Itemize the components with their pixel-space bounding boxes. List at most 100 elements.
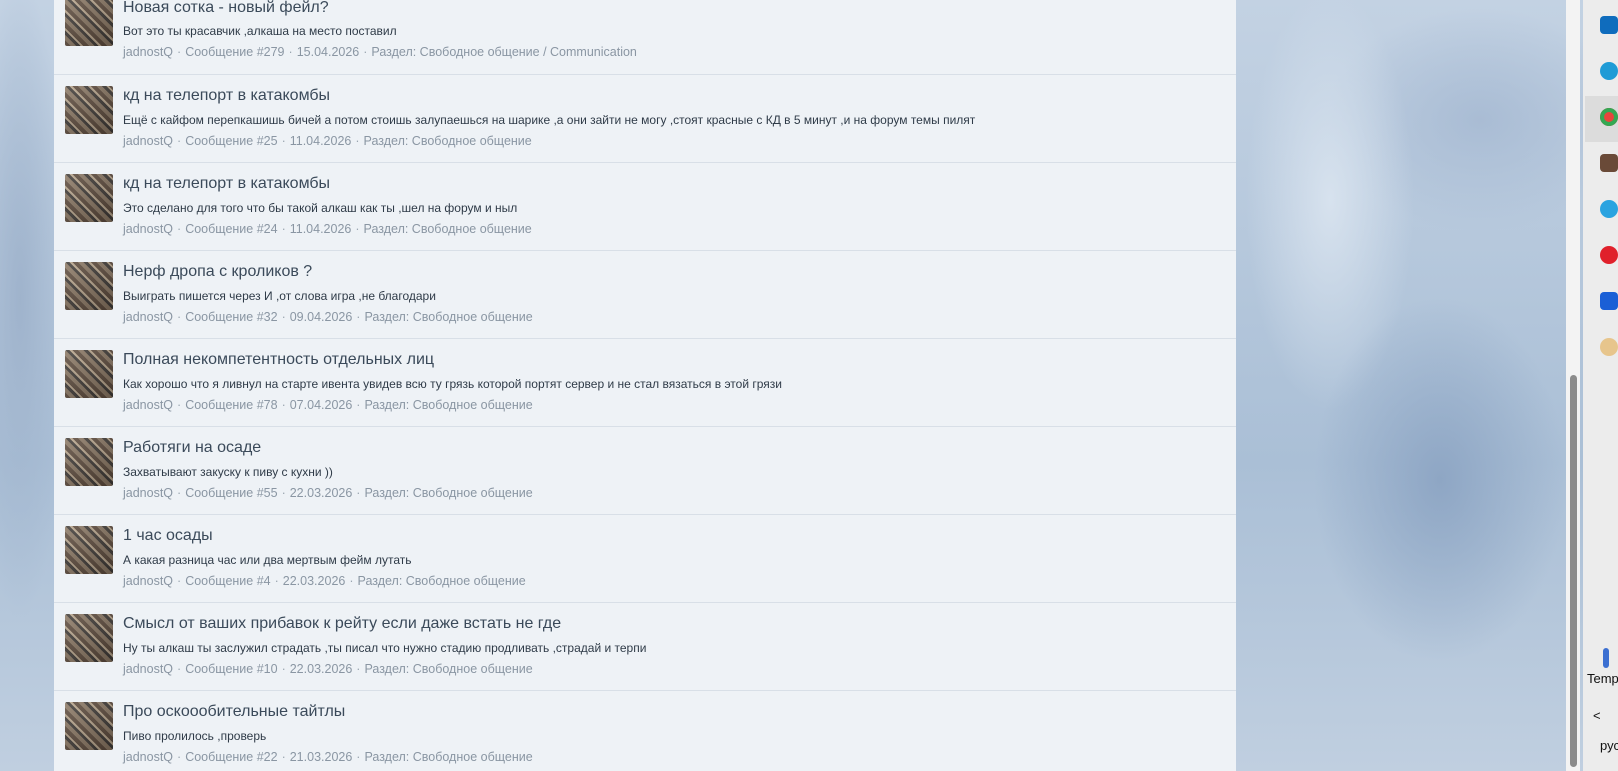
post-meta: jadnostQ · Сообщение #10 · 22.03.2026 · Раздел… [123,662,533,676]
section-link[interactable]: Раздел: Свободное общение [364,222,532,236]
post-date: 15.04.2026 [296,45,360,59]
meta-separator: · [281,662,286,676]
message-number-link[interactable]: Сообщение #10 [185,662,277,676]
game-launcher-icon[interactable] [1600,154,1618,172]
result-row: Нерф дропа с кроликов ? Выиграть пишется… [54,251,1236,339]
post-meta: jadnostQ · Сообщение #22 · 21.03.2026 · Раздел… [123,750,533,764]
author-link[interactable]: jadnostQ [123,486,173,500]
meta-separator: · [355,222,360,236]
author-link[interactable]: jadnostQ [123,750,173,764]
thread-title-link[interactable]: кд на телепорт в катакомбы [123,175,330,193]
section-link[interactable]: Раздел: Свободное общение [364,662,532,676]
thread-title-link[interactable]: кд на телепорт в катакомбы [123,87,330,105]
thread-title-link[interactable]: Полная некомпетентность отдельных лиц [123,351,434,369]
post-snippet[interactable]: А какая разница час или два мертвым фейм… [123,553,412,567]
author-link[interactable]: jadnostQ [123,662,173,676]
outlook-icon[interactable] [1600,16,1618,34]
thread-title-link[interactable]: Работяги на осаде [123,439,261,457]
temp-label: Temp [1587,671,1618,686]
author-link[interactable]: jadnostQ [123,222,173,236]
author-link[interactable]: jadnostQ [123,45,173,59]
meta-separator: · [363,45,368,59]
avatar[interactable] [65,702,113,750]
meta-separator: · [177,486,182,500]
post-snippet[interactable]: Вот это ты красавчик ,алкаша на место по… [123,24,397,38]
post-snippet[interactable]: Ну ты алкаш ты заслужил страдать ,ты пис… [123,641,646,655]
avatar[interactable] [65,438,113,486]
post-snippet[interactable]: Ещё с кайфом перепкашишь бичей а потом с… [123,113,975,127]
avatar-app-icon[interactable] [1600,338,1618,356]
section-link[interactable]: Раздел: Свободное общение [358,574,526,588]
avatar[interactable] [65,86,113,134]
thread-title-link[interactable]: Про оскоообительные тайтлы [123,703,345,721]
opera-icon[interactable] [1600,246,1618,264]
meta-separator: · [356,662,361,676]
scroll-thumb[interactable] [1570,375,1577,767]
post-snippet[interactable]: Захватывают закуску к пиву с кухни )) [123,465,333,479]
avatar[interactable] [65,262,113,310]
post-meta: jadnostQ · Сообщение #55 · 22.03.2026 · Раздел… [123,486,533,500]
chevron-left-icon[interactable]: < [1593,708,1601,723]
section-link[interactable]: Раздел: Свободное общение [364,134,532,148]
message-number-link[interactable]: Сообщение #25 [185,134,277,148]
section-link[interactable]: Раздел: Свободное общение / Communicatio… [371,45,636,59]
author-link[interactable]: jadnostQ [123,134,173,148]
thread-title-link[interactable]: Нерф дропа с кроликов ? [123,263,312,281]
post-meta: jadnostQ · Сообщение #78 · 07.04.2026 · Раздел… [123,398,533,412]
chrome-icon[interactable] [1600,108,1618,126]
post-meta: jadnostQ · Сообщение #279 · 15.04.2026 · Разде… [123,45,637,59]
meta-separator: · [356,750,361,764]
avatar[interactable] [65,350,113,398]
message-number-link[interactable]: Сообщение #24 [185,222,277,236]
meta-separator: · [177,310,182,324]
message-number-link[interactable]: Сообщение #78 [185,398,277,412]
result-row: кд на телепорт в катакомбы Ещё с кайфом … [54,75,1236,163]
post-snippet[interactable]: Пиво пролилось ,проверь [123,729,266,743]
message-number-link[interactable]: Сообщение #32 [185,310,277,324]
avatar[interactable] [65,526,113,574]
post-meta: jadnostQ · Сообщение #24 · 11.04.2026 · Раздел… [123,222,532,236]
post-snippet[interactable]: Как хорошо что я ливнул на старте ивента… [123,377,782,391]
message-number-link[interactable]: Сообщение #279 [185,45,284,59]
post-date: 21.03.2026 [289,750,353,764]
language-indicator[interactable]: рус [1600,738,1618,753]
page-scrollbar[interactable] [1566,0,1580,771]
meta-separator: · [281,486,286,500]
avatar[interactable] [65,0,113,46]
post-meta: jadnostQ · Сообщение #32 · 09.04.2026 · Раздел… [123,310,533,324]
meta-separator: · [177,134,182,148]
telegram-icon[interactable] [1600,200,1618,218]
result-row: Работяги на осаде Захватывают закуску к … [54,427,1236,515]
section-link[interactable]: Раздел: Свободное общение [364,486,532,500]
author-link[interactable]: jadnostQ [123,574,173,588]
section-link[interactable]: Раздел: Свободное общение [364,398,532,412]
security-app-icon[interactable] [1600,292,1618,310]
thread-title-link[interactable]: Смысл от ваших прибавок к рейту если даж… [123,615,561,633]
avatar[interactable] [65,174,113,222]
meta-separator: · [177,750,182,764]
message-number-link[interactable]: Сообщение #22 [185,750,277,764]
author-link[interactable]: jadnostQ [123,310,173,324]
thread-title-link[interactable]: 1 час осады [123,527,213,545]
edge-icon[interactable] [1600,62,1618,80]
section-link[interactable]: Раздел: Свободное общение [364,310,532,324]
post-date: 11.04.2026 [289,222,352,236]
meta-separator: · [177,574,182,588]
thermometer-icon [1603,648,1609,668]
windows-taskbar: Temp < рус [1583,0,1618,771]
author-link[interactable]: jadnostQ [123,398,173,412]
meta-separator: · [355,134,360,148]
section-link[interactable]: Раздел: Свободное общение [364,750,532,764]
meta-separator: · [274,574,279,588]
post-meta: jadnostQ · Сообщение #25 · 11.04.2026 · Раздел… [123,134,532,148]
message-number-link[interactable]: Сообщение #4 [185,574,270,588]
meta-separator: · [177,222,182,236]
thread-title-link[interactable]: Новая сотка - новый фейл? [123,0,329,17]
avatar[interactable] [65,614,113,662]
message-number-link[interactable]: Сообщение #55 [185,486,277,500]
post-date: 11.04.2026 [289,134,352,148]
result-row: Новая сотка - новый фейл? Вот это ты кра… [54,0,1236,75]
post-snippet[interactable]: Выиграть пишется через И ,от слова игра … [123,289,436,303]
meta-separator: · [281,134,286,148]
post-snippet[interactable]: Это сделано для того что бы такой алкаш … [123,201,517,215]
